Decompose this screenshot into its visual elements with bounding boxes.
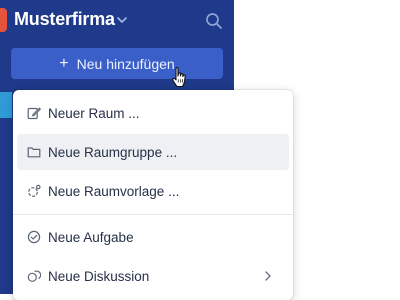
menu-item-label: Neue Raumvorlage ... <box>48 183 180 199</box>
org-logo <box>0 8 7 32</box>
plus-icon: + <box>59 54 69 72</box>
menu-item-new-room[interactable]: Neuer Raum ... <box>17 95 289 131</box>
template-icon <box>28 184 41 197</box>
discussion-icon <box>27 270 41 282</box>
menu-item-new-discussion[interactable]: Neue Diskussion <box>17 258 289 294</box>
sidebar-active-marker <box>0 92 12 118</box>
menu-item-label: Neue Aufgabe <box>48 229 134 245</box>
menu-separator <box>13 214 293 215</box>
folder-icon <box>27 147 41 158</box>
check-circle-icon <box>27 230 41 244</box>
add-new-label: Neu hinzufügen <box>76 55 175 72</box>
add-new-dropdown: Neuer Raum ... Neue Raumgruppe ... Neue … <box>13 90 293 300</box>
menu-item-new-task[interactable]: Neue Aufgabe <box>17 219 289 255</box>
chevron-down-icon[interactable] <box>116 14 128 26</box>
menu-item-label: Neue Diskussion <box>48 268 150 284</box>
add-new-button[interactable]: + Neu hinzufügen <box>11 48 223 79</box>
chevron-right-icon <box>265 271 271 281</box>
menu-item-label: Neuer Raum ... <box>48 105 140 121</box>
hand-cursor-icon <box>172 67 186 88</box>
menu-item-label: Neue Raumgruppe ... <box>48 144 178 160</box>
search-icon[interactable] <box>205 12 223 30</box>
org-name[interactable]: Musterfirma <box>14 9 115 30</box>
edit-icon <box>27 107 41 120</box>
menu-item-new-room-template[interactable]: Neue Raumvorlage ... <box>17 173 289 209</box>
menu-item-new-room-group[interactable]: Neue Raumgruppe ... <box>17 134 289 170</box>
